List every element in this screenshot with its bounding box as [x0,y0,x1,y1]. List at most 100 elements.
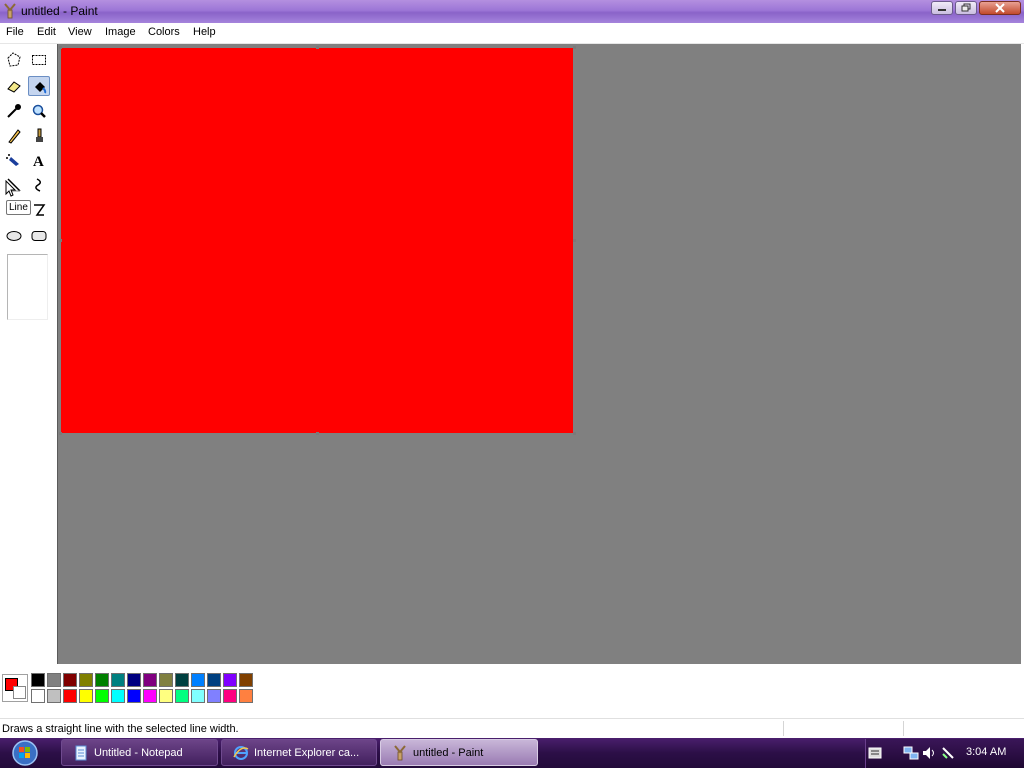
brush-icon [36,128,43,142]
eyedropper-icon [7,104,21,118]
palette-color-swatch[interactable] [239,689,253,703]
tool-pick-color[interactable] [3,101,25,121]
resize-handle-corner[interactable] [573,432,576,435]
tool-curve[interactable] [28,175,50,195]
palette-color-swatch[interactable] [79,689,93,703]
palette-color-swatch[interactable] [63,689,77,703]
network-icon[interactable] [903,745,919,761]
close-button[interactable] [979,1,1021,15]
rounded-rect-icon [31,231,47,241]
palette-color-swatch[interactable] [223,673,237,687]
magnifier-icon [32,104,46,118]
pencil-icon [8,129,21,144]
palette-color-swatch[interactable] [95,689,109,703]
power-icon[interactable] [940,745,956,761]
volume-icon[interactable] [921,745,937,761]
palette-color-swatch[interactable] [127,673,141,687]
text-icon: A [33,154,44,168]
palette-color-swatch[interactable] [127,689,141,703]
drawing-canvas[interactable] [61,48,573,433]
palette-color-swatch[interactable] [175,689,189,703]
tool-rounded-rectangle[interactable] [28,226,50,246]
eraser-icon [7,81,21,93]
taskbar-item-label: Internet Explorer ca... [254,747,360,759]
menu-edit[interactable]: Edit [37,26,56,38]
menu-view[interactable]: View [68,26,92,38]
palette-color-swatch[interactable] [111,689,125,703]
menu-bar: File Edit View Image Colors Help [0,23,1024,44]
tool-brush[interactable] [28,126,50,146]
palette-color-swatch[interactable] [143,673,157,687]
resize-handle [59,432,62,435]
tool-fill-with-color[interactable] [28,76,50,96]
palette-color-swatch[interactable] [223,689,237,703]
resize-handle [573,46,576,49]
resize-handle [316,46,319,49]
palette-color-swatch[interactable] [31,673,45,687]
palette-color-swatch[interactable] [207,689,221,703]
palette-color-swatch[interactable] [143,689,157,703]
polygon-icon [34,204,46,216]
palette-color-swatch[interactable] [95,673,109,687]
notepad-icon [75,745,87,761]
menu-file[interactable]: File [6,26,24,38]
free-select-icon [7,52,21,67]
palette-color-swatch[interactable] [191,689,205,703]
tool-polygon[interactable] [28,200,50,220]
start-button[interactable] [7,739,43,767]
restore-button[interactable] [955,1,977,15]
tool-box: A [0,44,56,664]
clock[interactable]: 3:04 AM [966,746,1006,758]
palette-color-swatch[interactable] [175,673,189,687]
tool-text[interactable]: A [28,150,50,170]
resize-handle [59,239,62,242]
tool-eraser[interactable] [3,76,25,96]
close-icon [995,3,1005,13]
taskbar-item-notepad[interactable]: Untitled - Notepad [61,739,218,766]
taskbar-item-label: untitled - Paint [413,747,484,759]
palette-color-swatch[interactable] [47,689,61,703]
palette-color-swatch[interactable] [239,673,253,687]
title-bar: untitled - Paint [0,0,1024,23]
status-text: Draws a straight line with the selected … [2,723,239,735]
restore-icon [961,3,971,12]
resize-handle [59,46,62,49]
palette-color-swatch[interactable] [159,673,173,687]
taskbar-item-paint[interactable]: untitled - Paint [380,739,538,766]
palette-color-swatch[interactable] [191,673,205,687]
keyboard-icon[interactable] [868,745,882,761]
mouse-cursor-icon [5,180,17,197]
taskbar-item-internet-explorer[interactable]: Internet Explorer ca... [221,739,377,766]
menu-help[interactable]: Help [193,26,216,38]
resize-handle-right[interactable] [573,239,576,242]
tool-free-form-select[interactable] [3,50,25,70]
internet-explorer-icon [233,746,249,760]
tool-magnifier[interactable] [28,101,50,121]
curve-icon [35,178,41,192]
palette-color-swatch[interactable] [63,673,77,687]
window-title: untitled - Paint [21,4,98,18]
palette-color-swatch[interactable] [31,689,45,703]
tool-select[interactable] [28,50,50,70]
rect-select-icon [32,55,46,65]
svg-text:A: A [33,154,44,168]
palette-color-swatch[interactable] [207,673,221,687]
palette-color-swatch[interactable] [79,673,93,687]
palette-color-swatch[interactable] [47,673,61,687]
paint-bucket-icon [35,82,47,94]
status-divider [783,721,784,736]
minimize-button[interactable] [931,1,953,15]
taskbar-item-label: Untitled - Notepad [94,747,183,759]
resize-handle-bottom[interactable] [316,432,319,435]
paint-icon [394,745,406,761]
menu-image[interactable]: Image [105,26,136,38]
tool-airbrush[interactable] [3,150,25,170]
tool-ellipse[interactable] [3,226,25,246]
tool-options-box[interactable] [7,254,48,320]
ellipse-icon [6,231,22,241]
palette-color-swatch[interactable] [111,673,125,687]
menu-colors[interactable]: Colors [148,26,180,38]
status-divider [903,721,904,736]
tool-pencil[interactable] [3,126,25,146]
palette-color-swatch[interactable] [159,689,173,703]
